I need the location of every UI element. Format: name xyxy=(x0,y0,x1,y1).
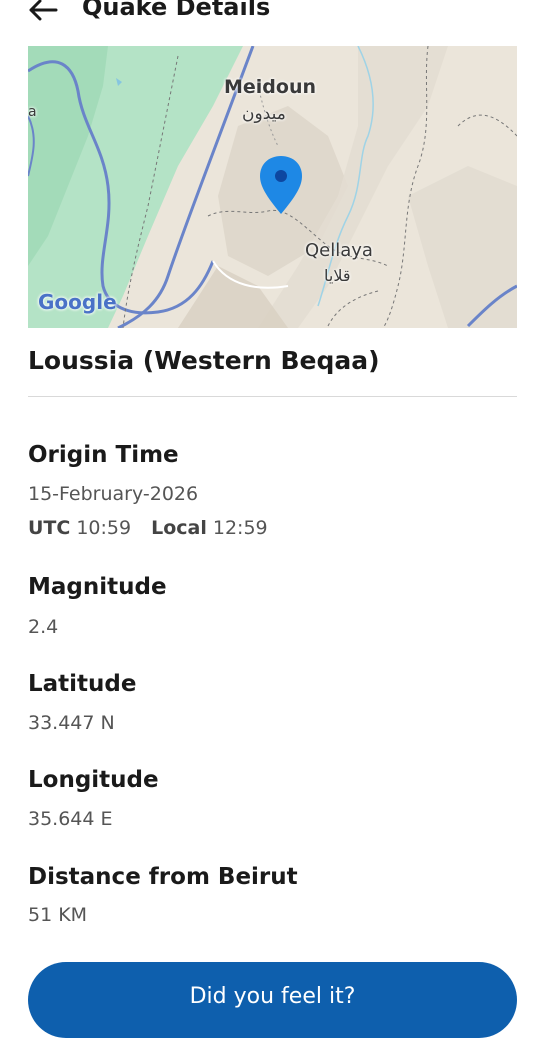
arrow-left-icon xyxy=(29,0,58,21)
latitude-label: Latitude xyxy=(28,671,137,697)
origin-time-row: UTC 10:59 Local 12:59 xyxy=(28,517,268,539)
did-you-feel-it-button[interactable]: Did you feel it? xyxy=(28,962,517,1038)
origin-time-label: Origin Time xyxy=(28,442,179,468)
map-label-meidoun-ar: ميدون xyxy=(242,104,286,124)
location-name: Loussia (Western Beqaa) xyxy=(28,346,380,375)
magnitude-label: Magnitude xyxy=(28,574,167,600)
distance-value: 51 KM xyxy=(28,904,88,926)
longitude-label: Longitude xyxy=(28,767,159,793)
map-label-meidoun: Meidoun xyxy=(224,76,317,98)
quake-map[interactable]: Meidoun ميدون Qellaya قلايا a Google xyxy=(28,46,517,328)
magnitude-value: 2.4 xyxy=(28,616,59,638)
local-label: Local xyxy=(151,517,207,539)
local-value: 12:59 xyxy=(212,517,268,539)
map-label-edge: a xyxy=(28,104,37,120)
map-label-qellaya-ar: قلايا xyxy=(324,266,351,285)
map-label-qellaya: Qellaya xyxy=(305,240,373,261)
longitude-value: 35.644 E xyxy=(28,808,113,830)
google-logo: Google xyxy=(38,290,117,314)
back-button[interactable] xyxy=(28,0,68,22)
distance-label: Distance from Beirut xyxy=(28,864,298,890)
origin-date-value: 15-February-2026 xyxy=(28,483,199,505)
page-title: Quake Details xyxy=(82,0,271,21)
utc-value: 10:59 xyxy=(76,517,132,539)
utc-label: UTC xyxy=(28,517,71,539)
latitude-value: 33.447 N xyxy=(28,712,115,734)
app-header: Quake Details xyxy=(0,0,546,34)
divider xyxy=(28,396,517,397)
